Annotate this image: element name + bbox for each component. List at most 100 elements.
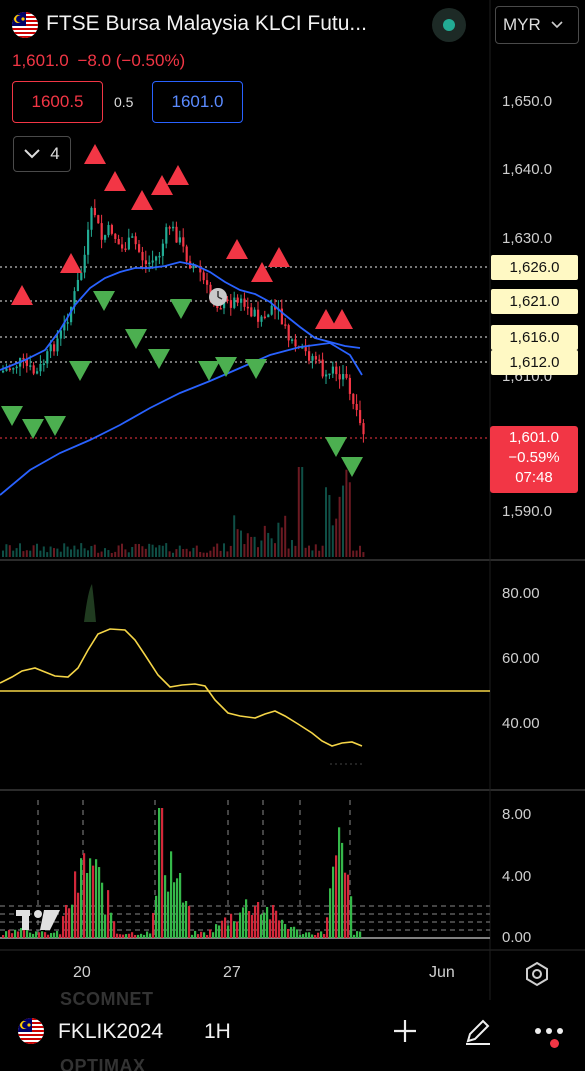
indicators-count: 4 bbox=[50, 144, 60, 163]
buy-button[interactable]: 1601.0 bbox=[152, 81, 243, 123]
histogram-bar bbox=[209, 929, 212, 938]
histogram-bar bbox=[224, 917, 227, 938]
histogram-bar bbox=[131, 932, 134, 938]
volume-bar bbox=[15, 548, 18, 557]
volume-bar bbox=[335, 518, 338, 557]
histogram-bar bbox=[188, 905, 191, 938]
time-label: 20 bbox=[73, 964, 91, 981]
histogram-bar bbox=[17, 931, 20, 938]
histogram-bar bbox=[302, 934, 305, 938]
price-summary: 1,601.0 −8.0 (−0.50%) bbox=[12, 51, 185, 71]
histogram-bar bbox=[269, 919, 272, 938]
volume-bar bbox=[270, 538, 273, 557]
volume-bar bbox=[141, 546, 144, 557]
oscillator-tick: 60.00 bbox=[502, 650, 540, 667]
histogram-bar bbox=[203, 932, 206, 938]
buy-signal-marker bbox=[22, 419, 44, 439]
clock-icon[interactable] bbox=[209, 288, 227, 306]
candle bbox=[148, 255, 151, 272]
histogram-bar bbox=[53, 932, 56, 938]
level-label[interactable]: 1,621.0 bbox=[491, 289, 578, 314]
candle bbox=[348, 374, 351, 401]
symbol-selector[interactable]: FKLIK2024 bbox=[58, 1020, 180, 1044]
currency-label: MYR bbox=[503, 15, 541, 34]
candle bbox=[229, 293, 232, 316]
candle bbox=[240, 294, 243, 312]
volume-bar bbox=[32, 545, 35, 557]
volume-bar bbox=[195, 545, 198, 557]
histogram-bar bbox=[65, 904, 68, 938]
plus-icon bbox=[394, 1020, 416, 1042]
histogram-bar bbox=[143, 934, 146, 938]
candle bbox=[328, 373, 331, 379]
volume-bar bbox=[80, 543, 83, 557]
histogram-bar bbox=[311, 934, 314, 938]
histogram-bar bbox=[185, 900, 188, 938]
volume-bar bbox=[301, 467, 304, 557]
volume-bar bbox=[124, 549, 127, 557]
sell-signal-marker bbox=[268, 247, 290, 267]
candle bbox=[260, 314, 263, 327]
candle bbox=[25, 353, 28, 373]
candle bbox=[321, 352, 324, 379]
volume-bar bbox=[216, 543, 219, 557]
currency-selector[interactable]: MYR bbox=[495, 6, 579, 44]
more-button[interactable] bbox=[532, 1014, 566, 1048]
candle bbox=[141, 246, 144, 270]
candle bbox=[284, 318, 287, 329]
price-tick: 1,590.0 bbox=[502, 503, 553, 520]
histogram-bar bbox=[80, 858, 83, 938]
volume-bar bbox=[165, 543, 168, 557]
candle bbox=[178, 230, 181, 245]
current-price: 1,601.0 bbox=[508, 429, 560, 446]
candle bbox=[134, 232, 137, 250]
histogram-bar bbox=[176, 878, 179, 938]
histogram-bar bbox=[146, 931, 149, 938]
market-status-button[interactable] bbox=[432, 8, 466, 42]
add-button[interactable] bbox=[388, 1014, 422, 1048]
level-label[interactable]: 1,626.0 bbox=[491, 255, 578, 280]
indicators-toggle[interactable]: 4 bbox=[13, 136, 71, 172]
drawing-tools-button[interactable] bbox=[461, 1014, 495, 1048]
volume-bar bbox=[274, 543, 276, 557]
chart-area[interactable] bbox=[0, 0, 585, 1071]
more-dots-icon bbox=[535, 1028, 563, 1034]
volume-bar bbox=[22, 551, 25, 557]
pencil-icon bbox=[466, 1019, 490, 1045]
candle bbox=[304, 338, 307, 356]
buy-signal-marker bbox=[125, 329, 147, 349]
volume-bar bbox=[127, 552, 130, 557]
price-tick: 1,640.0 bbox=[502, 161, 553, 178]
volume-bar bbox=[73, 545, 76, 557]
sell-button[interactable]: 1600.5 bbox=[12, 81, 103, 123]
sell-signal-marker bbox=[104, 171, 126, 191]
histogram-bar bbox=[140, 933, 143, 938]
histogram-bar bbox=[344, 872, 347, 938]
histogram-bar bbox=[320, 931, 323, 938]
timeframe-selector[interactable]: 1H bbox=[204, 1020, 231, 1044]
histogram-bar bbox=[215, 924, 218, 938]
candle bbox=[39, 355, 42, 376]
volume-bar bbox=[49, 546, 52, 557]
histogram-bar bbox=[152, 912, 155, 938]
histogram-bar bbox=[332, 866, 335, 938]
volume-bar bbox=[280, 527, 283, 557]
candle bbox=[63, 315, 66, 339]
candle bbox=[352, 393, 355, 410]
buy-signal-marker bbox=[245, 359, 267, 379]
volume-bar bbox=[233, 515, 236, 557]
gear-icon[interactable] bbox=[523, 960, 551, 988]
histogram-bar bbox=[44, 932, 47, 938]
candle bbox=[335, 362, 338, 382]
buy-signal-marker bbox=[341, 457, 363, 477]
level-label[interactable]: 1,616.0 bbox=[491, 325, 578, 350]
histogram-bar bbox=[200, 931, 203, 938]
level-label[interactable]: 1,612.0 bbox=[491, 350, 578, 375]
candle bbox=[172, 221, 175, 232]
volume-bar bbox=[287, 548, 290, 557]
candle bbox=[110, 223, 113, 236]
symbol-title[interactable]: FTSE Bursa Malaysia KLCI Futu... bbox=[46, 12, 367, 36]
sell-signal-marker bbox=[131, 190, 153, 210]
histogram-bar bbox=[341, 842, 344, 938]
histogram-bar bbox=[32, 933, 35, 938]
